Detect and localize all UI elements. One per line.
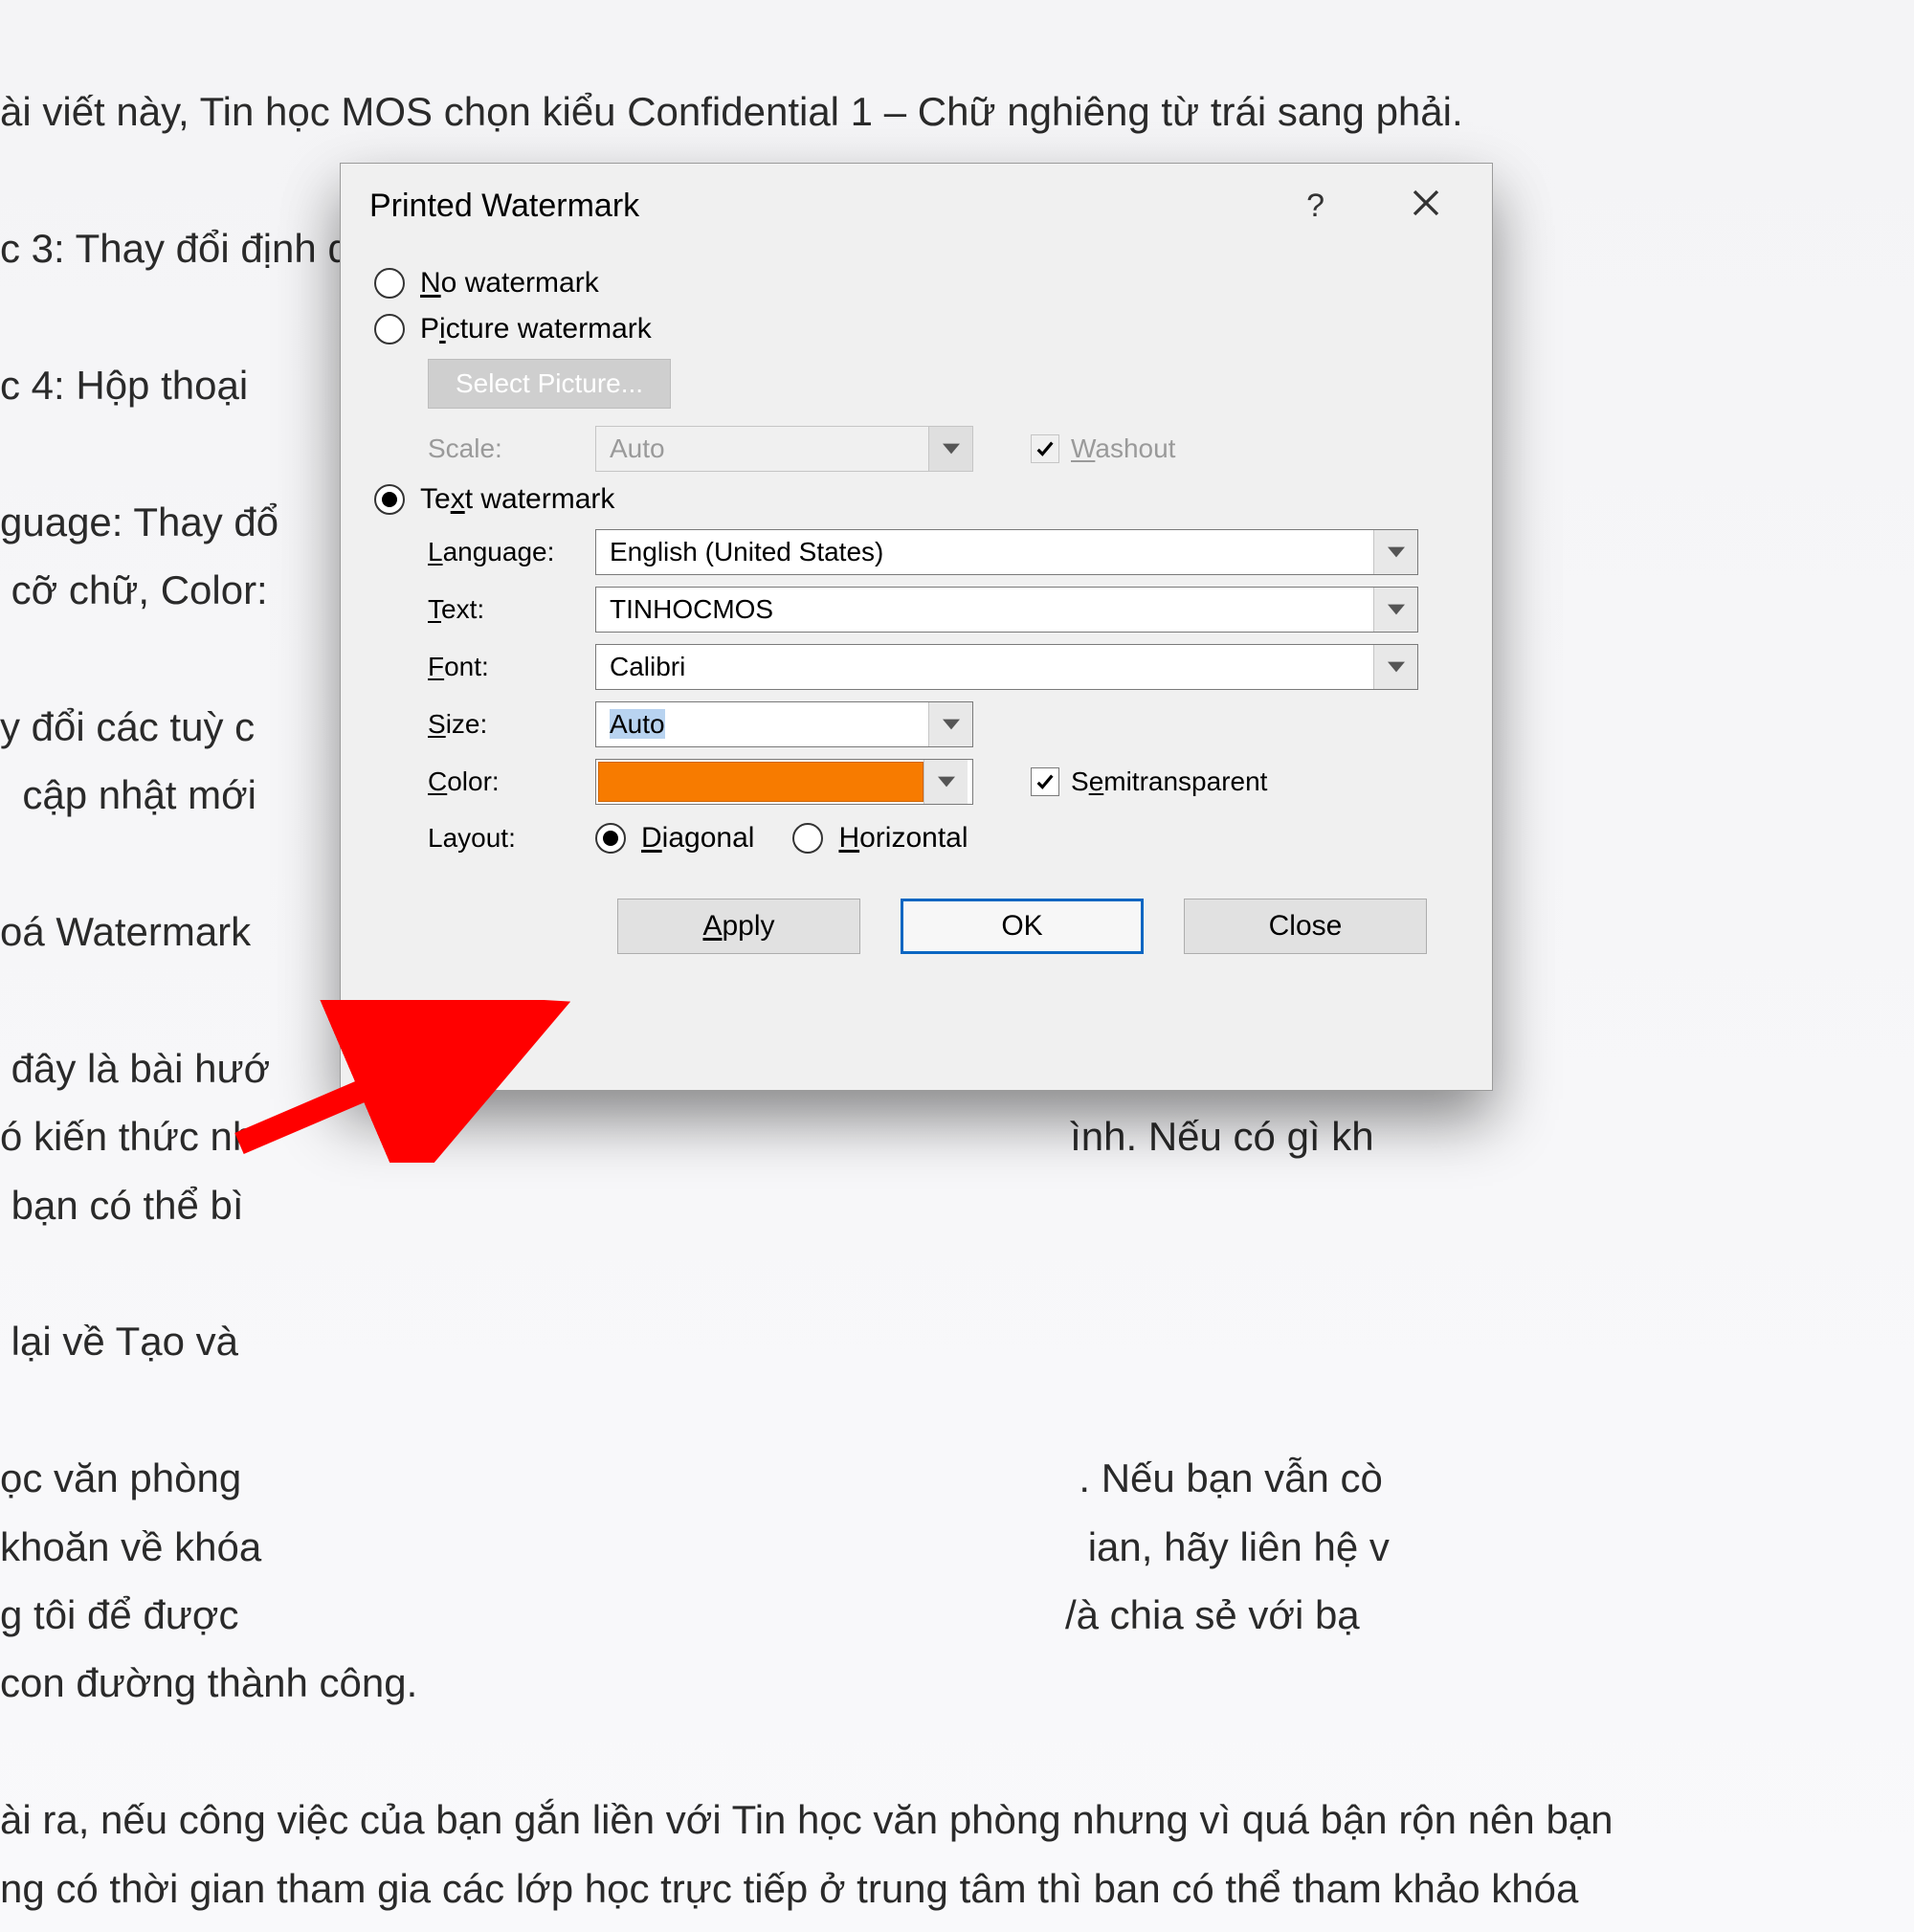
radio-horizontal[interactable]: Horizontal	[792, 822, 968, 855]
radio-icon	[792, 823, 823, 854]
chevron-down-icon	[928, 427, 972, 471]
font-value: Calibri	[596, 652, 1373, 682]
radio-diagonal[interactable]: Diagonal	[595, 822, 754, 855]
text-combo[interactable]: TINHOCMOS	[595, 587, 1418, 633]
help-button[interactable]: ?	[1306, 189, 1324, 222]
size-combo[interactable]: Auto	[595, 701, 973, 747]
scale-combo: Auto	[595, 426, 973, 472]
text-label: Text:	[428, 594, 595, 625]
washout-label: Washout	[1071, 433, 1175, 464]
scale-value: Auto	[596, 433, 928, 464]
radio-label: Diagonal	[641, 822, 754, 855]
font-combo[interactable]: Calibri	[595, 644, 1418, 690]
radio-picture-watermark[interactable]: Picture watermark	[374, 313, 1444, 345]
chevron-down-icon[interactable]	[928, 702, 972, 746]
apply-button[interactable]: Apply	[617, 899, 860, 954]
chevron-down-icon[interactable]	[1373, 645, 1417, 689]
close-button[interactable]: Close	[1184, 899, 1427, 954]
close-icon[interactable]	[1411, 188, 1441, 224]
dialog-title: Printed Watermark	[369, 188, 639, 225]
scale-label: Scale:	[428, 433, 595, 464]
radio-icon	[374, 314, 405, 344]
checkbox-icon	[1031, 434, 1059, 463]
radio-label: Text watermark	[420, 483, 614, 516]
color-swatch	[598, 762, 924, 802]
radio-label: Picture watermark	[420, 313, 652, 345]
language-label: Language:	[428, 537, 595, 567]
chevron-down-icon[interactable]	[1373, 588, 1417, 632]
radio-icon	[595, 823, 626, 854]
language-value: English (United States)	[596, 537, 1373, 567]
color-combo[interactable]	[595, 759, 973, 805]
dialog-titlebar: Printed Watermark ?	[341, 164, 1492, 240]
radio-text-watermark[interactable]: Text watermark	[374, 483, 1444, 516]
ok-button[interactable]: OK	[901, 899, 1144, 954]
language-combo[interactable]: English (United States)	[595, 529, 1418, 575]
layout-label: Layout:	[428, 823, 595, 854]
radio-icon	[374, 268, 405, 299]
font-label: Font:	[428, 652, 595, 682]
radio-no-watermark[interactable]: No watermark	[374, 267, 1444, 300]
washout-checkbox: Washout	[1031, 433, 1175, 464]
size-value: Auto	[596, 709, 928, 740]
checkbox-icon	[1031, 767, 1059, 796]
size-label: Size:	[428, 709, 595, 740]
semitransparent-checkbox[interactable]: Semitransparent	[1031, 766, 1267, 797]
radio-label: Horizontal	[838, 822, 968, 855]
text-value: TINHOCMOS	[596, 594, 1373, 625]
chevron-down-icon[interactable]	[1373, 530, 1417, 574]
printed-watermark-dialog: Printed Watermark ? No watermark Picture…	[340, 163, 1493, 1091]
semitransparent-label: Semitransparent	[1071, 766, 1267, 797]
radio-icon	[374, 484, 405, 515]
radio-label: No watermark	[420, 267, 599, 300]
chevron-down-icon[interactable]	[924, 760, 968, 804]
select-picture-button: Select Picture...	[428, 359, 671, 409]
color-label: Color:	[428, 766, 595, 797]
